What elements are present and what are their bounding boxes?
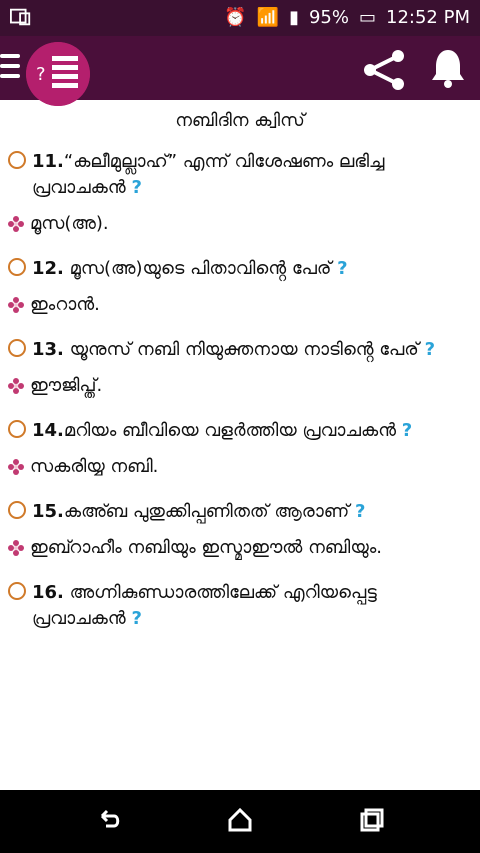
- status-bar: ⏰ 📶 ▮ 95% ▭ 12:52 PM: [0, 0, 480, 36]
- answer-item: ഇബ്റാഹീം നബിയും ഇസ്മാഈൽ നബിയും.: [8, 537, 472, 558]
- quiz-content: നബിദിന ക്വിസ് 11.“കലീമുല്ലാഹ്” എന്ന് വിശ…: [0, 100, 480, 790]
- hamburger-menu-icon[interactable]: [0, 54, 20, 82]
- answer-item: സകരിയ്യ നബി.: [8, 456, 472, 477]
- question-mark-icon: ?: [424, 339, 436, 360]
- question-mark-icon: ?: [131, 177, 142, 198]
- question-item: 13. യൂനുസ് നബി നിയുക്തനായ നാടിൻ്റെ പേര് …: [8, 337, 472, 363]
- battery-icon: ▭: [359, 7, 377, 28]
- question-mark-icon: ?: [401, 420, 413, 441]
- question-circle-icon: [8, 420, 26, 438]
- answer-text: ഇംറാൻ.: [30, 294, 100, 315]
- flower-bullet-icon: [8, 296, 24, 313]
- question-item: 16. അഗ്നികുണ്ഡാരത്തിലേക്ക് എറിയപ്പെട്ട പ…: [8, 580, 472, 632]
- question-number: 14.: [32, 420, 64, 441]
- flower-bullet-icon: [8, 458, 24, 475]
- notification-bell-icon[interactable]: [428, 46, 468, 90]
- question-mark-icon: ?: [337, 258, 348, 279]
- question-item: 14.മറിയം ബീവിയെ വളർത്തിയ പ്രവാചകൻ ?: [8, 418, 472, 444]
- battery-percent: 95%: [308, 7, 349, 28]
- question-circle-icon: [8, 151, 26, 169]
- svg-text:?: ?: [36, 64, 46, 85]
- page-title: നബിദിന ക്വിസ്: [175, 110, 305, 131]
- quiz-logo-icon[interactable]: ?: [26, 42, 90, 106]
- signal-icon: ▮: [289, 7, 299, 28]
- question-circle-icon: [8, 582, 26, 600]
- question-circle-icon: [8, 501, 26, 519]
- question-number: 15.: [32, 501, 64, 522]
- question-number: 16.: [32, 582, 64, 603]
- answer-item: ഈജിപ്ത്.: [8, 375, 472, 396]
- question-text: മറിയം ബീവിയെ വളർത്തിയ പ്രവാചകൻ: [63, 420, 397, 441]
- question-text: കഅ്ബ പുതുക്കിപ്പണിതത് ആരാണ്: [63, 501, 350, 522]
- question-text: “കലീമുല്ലാഹ്” എന്ന് വിശേഷണം ലഭിച്ച പ്രവാ…: [32, 151, 385, 198]
- question-number: 11.: [32, 151, 64, 172]
- recent-apps-icon[interactable]: [356, 806, 384, 834]
- screen-mirror-icon: [10, 8, 31, 26]
- answer-text: സകരിയ്യ നബി.: [30, 456, 159, 477]
- answer-item: ഇംറാൻ.: [8, 294, 472, 315]
- question-mark-icon: ?: [355, 501, 366, 522]
- question-number: 12.: [32, 258, 64, 279]
- question-circle-icon: [8, 339, 26, 357]
- question-text: അഗ്നികുണ്ഡാരത്തിലേക്ക് എറിയപ്പെട്ട പ്രവാ…: [32, 582, 377, 629]
- answer-item: മൂസ(അ).: [8, 213, 472, 234]
- home-icon[interactable]: [226, 806, 254, 834]
- clock: 12:52 PM: [386, 7, 470, 28]
- qa-list: 11.“കലീമുല്ലാഹ്” എന്ന് വിശേഷണം ലഭിച്ച പ്…: [8, 149, 472, 632]
- app-bar: ?: [0, 36, 480, 106]
- back-icon[interactable]: [96, 806, 124, 834]
- answer-text: മൂസ(അ).: [30, 213, 109, 234]
- question-text: മൂസ(അ)യുടെ പിതാവിൻ്റെ പേര്: [63, 258, 332, 279]
- question-item: 15.കഅ്ബ പുതുക്കിപ്പണിതത് ആരാണ് ?: [8, 499, 472, 525]
- flower-bullet-icon: [8, 539, 24, 556]
- answer-text: ഈജിപ്ത്.: [30, 375, 103, 396]
- flower-bullet-icon: [8, 377, 24, 394]
- question-item: 12. മൂസ(അ)യുടെ പിതാവിൻ്റെ പേര് ?: [8, 256, 472, 282]
- flower-bullet-icon: [8, 215, 24, 232]
- system-nav-bar: [0, 790, 480, 853]
- question-circle-icon: [8, 258, 26, 276]
- question-item: 11.“കലീമുല്ലാഹ്” എന്ന് വിശേഷണം ലഭിച്ച പ്…: [8, 149, 472, 201]
- question-text: യൂനുസ് നബി നിയുക്തനായ നാടിൻ്റെ പേര്: [63, 339, 419, 360]
- question-number: 13.: [32, 339, 64, 360]
- share-icon[interactable]: [360, 46, 408, 94]
- wifi-icon: 📶: [256, 7, 280, 28]
- question-mark-icon: ?: [131, 608, 142, 629]
- alarm-icon: ⏰: [224, 7, 247, 28]
- answer-text: ഇബ്റാഹീം നബിയും ഇസ്മാഈൽ നബിയും.: [30, 537, 382, 558]
